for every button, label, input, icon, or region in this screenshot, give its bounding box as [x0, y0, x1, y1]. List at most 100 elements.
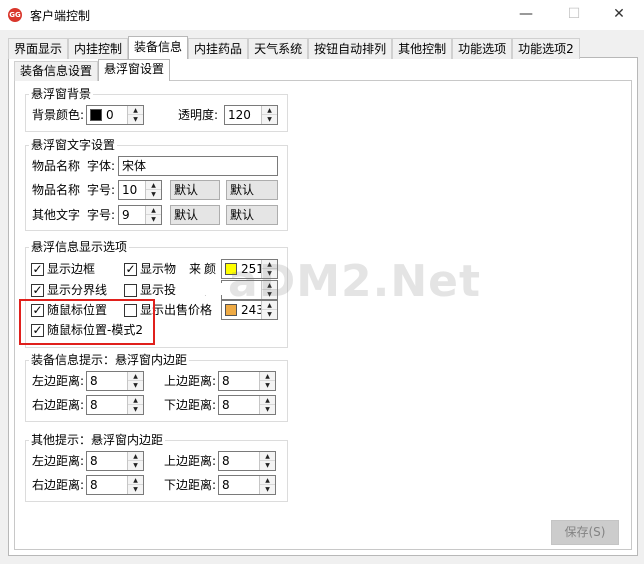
- spin-up-icon[interactable]: ▲: [260, 372, 275, 381]
- item-size-value: 10: [122, 183, 138, 197]
- background-color-label: 背景颜色:: [32, 108, 85, 122]
- tab-equipment-info[interactable]: 装备信息: [128, 36, 189, 59]
- item-size-spinner[interactable]: 10 ▲ ▼: [118, 180, 162, 200]
- spin-up-icon[interactable]: ▲: [128, 372, 143, 381]
- text-settings-group-title: 悬浮窗文字设置: [29, 138, 118, 152]
- other-style-combo-2[interactable]: 默认 ⌄: [226, 205, 278, 225]
- item-style-combo-2[interactable]: 默认 ⌄: [226, 180, 278, 200]
- show-divider-checkbox[interactable]: ✓ 显示分界线: [31, 282, 121, 298]
- spin-up-icon[interactable]: ▲: [128, 476, 143, 485]
- show-border-label: 显示边框: [47, 262, 96, 276]
- subtab-floating-window[interactable]: 悬浮窗设置: [98, 59, 171, 81]
- spin-up-icon[interactable]: ▲: [260, 476, 275, 485]
- other-right-spinner[interactable]: 8 ▲ ▼: [86, 475, 144, 495]
- maximize-button[interactable]: ☐: [551, 2, 597, 28]
- chevron-down-icon: ⌄: [174, 209, 183, 220]
- other-left-label: 左边距离:: [32, 454, 85, 468]
- watermark-text: aDM2.Net: [228, 256, 482, 307]
- show-item-tail2-label: 颜: [204, 262, 217, 276]
- equip-right-label: 右边距离:: [32, 398, 85, 412]
- font-label: 字体:: [87, 159, 116, 173]
- other-text-label: 其他文字: [32, 208, 81, 222]
- spin-down-icon[interactable]: ▼: [128, 115, 143, 124]
- other-style-combo-1[interactable]: 默认 ⌄: [170, 205, 220, 225]
- save-button[interactable]: 保存(S): [551, 520, 619, 545]
- equip-margin-group-title: 装备信息提示：悬浮窗内边距: [29, 353, 190, 367]
- checkbox-unchecked-icon: [124, 284, 137, 297]
- spin-down-icon[interactable]: ▼: [260, 461, 275, 470]
- equip-top-label: 上边距离:: [164, 374, 217, 388]
- equip-top-spinner[interactable]: 8 ▲ ▼: [218, 371, 276, 391]
- background-color-spinner[interactable]: 0 ▲ ▼: [86, 105, 144, 125]
- tab-plugin-control[interactable]: 内挂控制: [68, 38, 129, 59]
- tab-plugin-potions[interactable]: 内挂药品: [188, 38, 249, 59]
- spin-up-icon[interactable]: ▲: [262, 106, 277, 115]
- equip-right-spinner[interactable]: 8 ▲ ▼: [86, 395, 144, 415]
- other-bottom-spinner[interactable]: 8 ▲ ▼: [218, 475, 276, 495]
- spin-up-icon[interactable]: ▲: [128, 452, 143, 461]
- spin-up-icon[interactable]: ▲: [128, 106, 143, 115]
- tab-function-options-2[interactable]: 功能选项2: [512, 38, 580, 59]
- checkbox-checked-icon: ✓: [124, 262, 137, 276]
- opacity-spinner[interactable]: 120 ▲ ▼: [224, 105, 278, 125]
- item-name-size-label: 物品名称: [32, 183, 81, 197]
- spin-down-icon[interactable]: ▼: [262, 310, 277, 319]
- spin-down-icon[interactable]: ▼: [128, 405, 143, 414]
- spin-down-icon[interactable]: ▼: [128, 381, 143, 390]
- spin-up-icon[interactable]: ▲: [128, 396, 143, 405]
- spin-up-icon[interactable]: ▲: [146, 206, 161, 215]
- close-button[interactable]: ✕: [596, 2, 642, 28]
- item-size-label: 字号:: [87, 183, 116, 197]
- item-style-combo-1[interactable]: 默认 ⌄: [170, 180, 220, 200]
- other-top-spinner[interactable]: 8 ▲ ▼: [218, 451, 276, 471]
- spin-up-icon[interactable]: ▲: [260, 396, 275, 405]
- app-logo-icon: GG: [8, 8, 22, 22]
- other-left-value: 8: [90, 454, 98, 468]
- equip-left-label: 左边距离:: [32, 374, 85, 388]
- tab-weather-system[interactable]: 天气系统: [248, 38, 309, 59]
- checkbox-checked-icon: ✓: [31, 283, 44, 297]
- show-divider-label: 显示分界线: [47, 283, 108, 297]
- window-title: 客户端控制: [30, 9, 91, 23]
- subtab-equipment-settings[interactable]: 装备信息设置: [14, 61, 99, 81]
- equip-bottom-value: 8: [222, 398, 230, 412]
- opacity-label: 透明度:: [178, 108, 219, 122]
- show-border-checkbox[interactable]: ✓ 显示边框: [31, 261, 121, 277]
- spin-down-icon[interactable]: ▼: [260, 485, 275, 494]
- background-color-value: 0: [106, 108, 114, 122]
- spin-down-icon[interactable]: ▼: [260, 381, 275, 390]
- spin-down-icon[interactable]: ▼: [128, 461, 143, 470]
- spin-down-icon[interactable]: ▼: [260, 405, 275, 414]
- other-top-label: 上边距离:: [164, 454, 217, 468]
- spin-up-icon[interactable]: ▲: [260, 452, 275, 461]
- equip-top-value: 8: [222, 374, 230, 388]
- tab-function-options[interactable]: 功能选项: [452, 38, 513, 59]
- other-bottom-label: 下边距离:: [164, 478, 217, 492]
- tab-other-control[interactable]: 其他控制: [392, 38, 453, 59]
- spin-down-icon[interactable]: ▼: [146, 215, 161, 224]
- other-size-spinner[interactable]: 9 ▲ ▼: [118, 205, 162, 225]
- minimize-button[interactable]: —: [503, 2, 549, 28]
- equip-bottom-label: 下边距离:: [164, 398, 217, 412]
- font-input[interactable]: 宋体: [118, 156, 278, 176]
- chevron-down-icon: ⌄: [230, 184, 239, 195]
- chevron-down-icon: ⌄: [174, 184, 183, 195]
- other-bottom-value: 8: [222, 478, 230, 492]
- opacity-value: 120: [228, 108, 251, 122]
- show-item-label: 显示物: [140, 262, 177, 276]
- spin-down-icon[interactable]: ▼: [146, 190, 161, 199]
- spin-down-icon[interactable]: ▼: [128, 485, 143, 494]
- spin-up-icon[interactable]: ▲: [146, 181, 161, 190]
- other-right-label: 右边距离:: [32, 478, 85, 492]
- show-drop-checkbox[interactable]: 显示投: [124, 282, 194, 298]
- spin-down-icon[interactable]: ▼: [262, 115, 277, 124]
- tab-button-arrange[interactable]: 按钮自动排列: [308, 38, 393, 59]
- other-left-spinner[interactable]: 8 ▲ ▼: [86, 451, 144, 471]
- item-name-label: 物品名称: [32, 159, 81, 173]
- tab-interface-display[interactable]: 界面显示: [8, 38, 69, 59]
- main-tab-bar: 界面显示 内挂控制 装备信息 内挂药品 天气系统 按钮自动排列 其他控制 功能选…: [8, 36, 580, 59]
- equip-bottom-spinner[interactable]: 8 ▲ ▼: [218, 395, 276, 415]
- background-color-swatch: [90, 109, 102, 121]
- equip-right-value: 8: [90, 398, 98, 412]
- equip-left-spinner[interactable]: 8 ▲ ▼: [86, 371, 144, 391]
